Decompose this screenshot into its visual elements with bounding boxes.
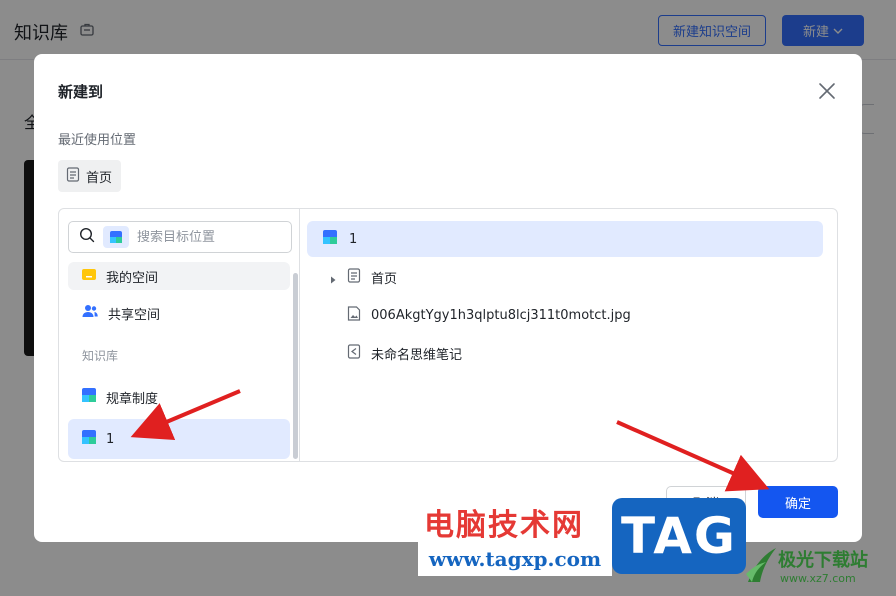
search-input[interactable] [137,229,267,245]
watermark-right-url: www.xz7.com [780,572,856,585]
tree-scrollbar[interactable] [293,273,298,459]
search-box[interactable] [68,221,292,253]
watermark-tag-logo: TAG [612,498,746,574]
recent-chip-label: 首页 [86,170,113,186]
close-icon[interactable] [816,80,838,102]
search-icon [79,227,95,247]
content-item-label: 1 [349,231,358,247]
caret-right-icon[interactable] [329,273,337,284]
watermark-site-name: 电脑技术网 [424,508,584,543]
confirm-button[interactable]: 确定 [758,486,838,518]
tree-item-1[interactable]: 1 [68,419,290,459]
tree-item-label: 我的空间 [106,270,159,286]
recent-location-chip[interactable]: 首页 [58,160,122,192]
knowledge-base-filter-icon[interactable] [103,226,129,248]
watermark-site-url: www.tagxp.com [418,542,612,576]
document-icon [347,267,361,287]
knowledge-base-icon [82,430,96,448]
image-file-icon [347,305,361,325]
location-picker: 我的空间 共享空间 知识库 规章制度 1 [58,208,838,462]
content-item-label: 首页 [371,271,398,287]
knowledge-base-section-label: 知识库 [82,349,119,363]
users-icon [82,304,98,322]
knowledge-base-icon [323,230,337,248]
content-item-mindnote[interactable]: 未命名思维笔记 [307,335,823,371]
recent-locations-label: 最近使用位置 [58,133,137,148]
location-tree: 我的空间 共享空间 知识库 规章制度 1 [59,209,300,461]
watermark-right-name: 极光下载站 [778,550,868,571]
folder-icon [82,268,96,284]
mindnote-icon [347,343,361,363]
tree-item-label: 规章制度 [106,391,159,407]
tree-item-shared-space[interactable]: 共享空间 [68,293,290,333]
tree-item-rules[interactable]: 规章制度 [68,377,290,417]
aurora-logo-icon [744,544,778,584]
content-item-homepage[interactable]: 首页 [307,259,823,295]
content-item-image-file[interactable]: 006AkgtYgy1h3qlptu8lcj311t0motct.jpg [307,297,823,333]
knowledge-base-icon [82,388,96,406]
content-item-label: 未命名思维笔记 [371,347,463,363]
tree-item-my-space[interactable]: 我的空间 [68,262,290,290]
content-root-1[interactable]: 1 [307,221,823,257]
dialog-title: 新建到 [58,83,104,101]
document-icon [66,166,80,186]
content-item-label: 006AkgtYgy1h3qlptu8lcj311t0motct.jpg [371,307,631,323]
new-to-dialog: 新建到 最近使用位置 首页 我的空间 [34,54,862,542]
location-contents: 1 首页 006AkgtYgy1h3qlptu8lcj311t0motct.jp… [301,209,837,461]
tree-item-label: 共享空间 [108,307,161,323]
tree-item-label: 1 [106,431,115,447]
